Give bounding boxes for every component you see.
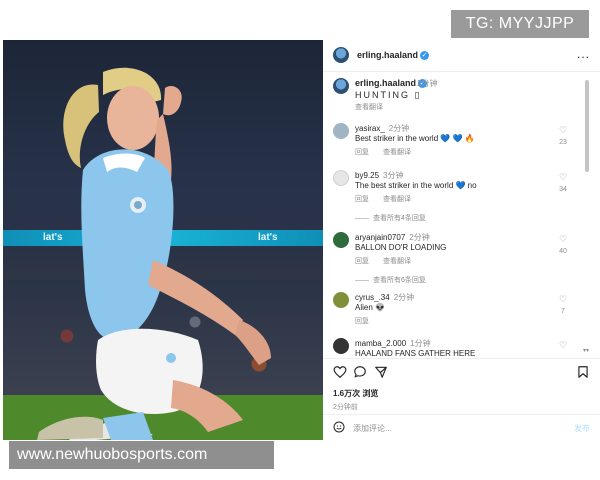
- comment-like-count: 7: [561, 308, 565, 315]
- like-heart-icon[interactable]: ♡: [557, 125, 569, 136]
- comment-time: 1分钟: [410, 339, 431, 348]
- comment-item: mamba_2.000 1分钟 HAALAND FANS GATHER HERE …: [333, 338, 583, 358]
- post-stats: 1.6万次 浏览 2分钟前: [333, 388, 378, 412]
- like-heart-icon[interactable]: ♡: [557, 294, 569, 305]
- comment-time: 3分钟: [383, 171, 404, 180]
- comment-avatar[interactable]: [333, 232, 349, 248]
- scroll-arrows-icon[interactable]: ▾▾: [583, 347, 589, 354]
- post-time: 2分钟前: [333, 404, 358, 411]
- like-heart-icon[interactable]: [333, 365, 347, 379]
- comment-username[interactable]: cyrus_.34 2分钟: [355, 292, 414, 303]
- view-all-replies-link[interactable]: 查看所有6条回复: [355, 275, 426, 285]
- comment-item: yasirax_ 2分钟 Best striker in the world 💙 …: [333, 123, 583, 163]
- comment-like-count: 23: [559, 139, 567, 146]
- comment-username[interactable]: mamba_2.000 1分钟: [355, 338, 431, 349]
- comment-text: Best striker in the world 💙 💙 🔥: [355, 134, 475, 143]
- player-figure: [37, 67, 271, 440]
- comment-item: cyrus_.34 2分钟 Alien 👽 回复 ♡ 7: [333, 292, 583, 332]
- comment-time: 2分钟: [393, 293, 415, 302]
- translate-link[interactable]: 查看翻译: [383, 196, 411, 203]
- author-avatar[interactable]: [333, 47, 349, 63]
- caption-avatar[interactable]: [333, 78, 349, 94]
- comment-username[interactable]: yasirax_ 2分钟: [355, 123, 409, 134]
- comment-actions: 回复 查看翻译: [355, 256, 425, 266]
- reply-link[interactable]: 回复: [355, 318, 369, 325]
- caption-time: 2分钟: [417, 79, 438, 88]
- view-all-replies-link[interactable]: 查看所有4条回复: [355, 213, 426, 223]
- post-comment-button[interactable]: 发布: [574, 423, 590, 434]
- comment-text: HAALAND FANS GATHER HERE: [355, 349, 476, 358]
- comment-item: by9.25 3分钟 The best striker in the world …: [333, 170, 583, 210]
- comment-actions: 回复: [355, 316, 383, 326]
- bookmark-icon[interactable]: [576, 365, 590, 379]
- reply-link[interactable]: 回复: [355, 258, 369, 265]
- translate-link[interactable]: 查看翻译: [383, 149, 411, 156]
- like-heart-icon[interactable]: ♡: [557, 234, 569, 245]
- comment-text: BALLON DO'R LOADING: [355, 243, 447, 252]
- author-username[interactable]: erling.haaland ✓: [357, 50, 430, 61]
- post-header: erling.haaland ✓ ...: [323, 40, 600, 72]
- reply-link[interactable]: 回复: [355, 196, 369, 203]
- post-action-bar: [323, 358, 600, 382]
- comment-time: 2分钟: [409, 233, 430, 242]
- comment-avatar[interactable]: [333, 123, 349, 139]
- comment-avatar[interactable]: [333, 292, 349, 308]
- caption-translate-link[interactable]: 查看翻译: [355, 102, 383, 112]
- view-count[interactable]: 1.6万次 浏览: [333, 388, 378, 399]
- comment-time: 2分钟: [388, 124, 410, 133]
- translate-link[interactable]: 查看翻译: [383, 258, 411, 265]
- reply-link[interactable]: 回复: [355, 149, 369, 156]
- author-username-text[interactable]: erling.haaland: [357, 50, 418, 60]
- comment-like-count: 40: [559, 248, 567, 255]
- comment-item: aryanjain0707 2分钟 BALLON DO'R LOADING 回复 查…: [333, 232, 583, 272]
- post-panel: erling.haaland ✓ ... erling.haaland ✓ 2分钟 …: [323, 40, 600, 440]
- website-watermark: www.newhuobosports.com: [9, 441, 274, 469]
- comment-username[interactable]: aryanjain0707 2分钟: [355, 232, 430, 243]
- comment-actions: 回复 查看翻译: [355, 147, 425, 157]
- post-photo[interactable]: lat's lat's: [3, 40, 323, 440]
- telegram-badge: TG: MYYJJPP: [451, 10, 589, 38]
- comment-icon[interactable]: [353, 365, 367, 379]
- add-comment-bar: 添加评论... 发布: [323, 414, 600, 440]
- comment-avatar[interactable]: [333, 170, 349, 186]
- comment-input[interactable]: 添加评论...: [353, 423, 392, 434]
- verified-icon: ✓: [420, 51, 430, 61]
- comment-text: The best striker in the world 💙 no: [355, 181, 477, 190]
- comment-actions: 回复 查看翻译: [355, 194, 425, 204]
- comments-scrollbar[interactable]: [585, 80, 589, 172]
- comment-text: Alien 👽: [355, 303, 385, 312]
- caption-text: HUNTING ▯: [355, 90, 422, 100]
- comment-like-count: 34: [559, 186, 567, 193]
- emoji-icon[interactable]: [333, 421, 345, 433]
- caption-username-text[interactable]: erling.haaland: [355, 78, 416, 88]
- comment-username[interactable]: by9.25 3分钟: [355, 170, 403, 181]
- share-icon[interactable]: [374, 365, 388, 379]
- like-heart-icon[interactable]: ♡: [557, 172, 569, 183]
- more-options-icon[interactable]: ...: [577, 47, 590, 61]
- comment-avatar[interactable]: [333, 338, 349, 354]
- like-heart-icon[interactable]: ♡: [557, 340, 569, 351]
